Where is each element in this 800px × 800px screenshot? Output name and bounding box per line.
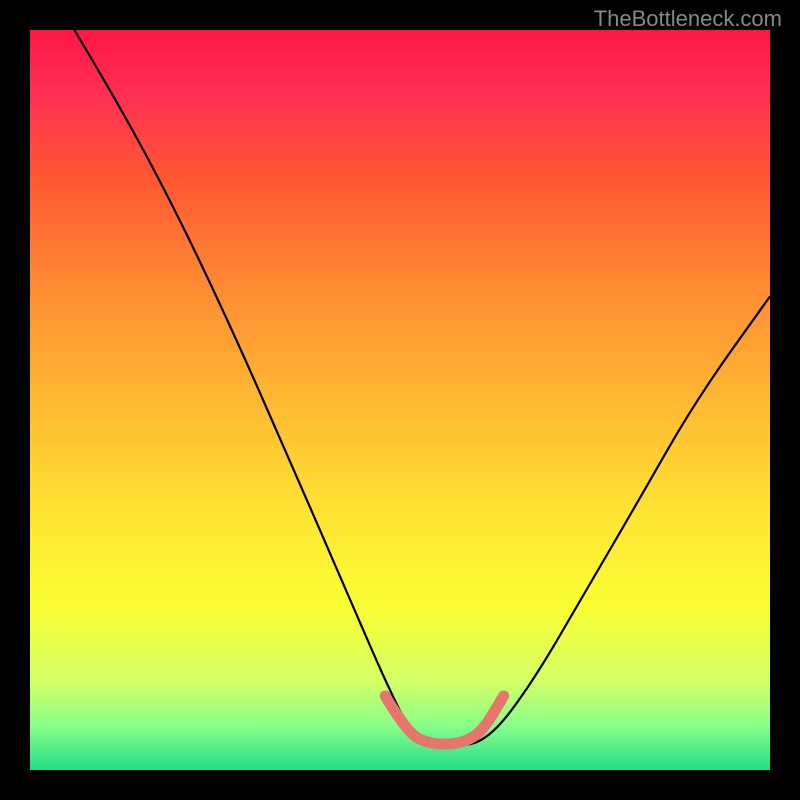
chart-plot-area <box>30 30 770 770</box>
watermark-text: TheBottleneck.com <box>594 6 782 32</box>
bottleneck-curve-line <box>74 30 770 746</box>
chart-svg <box>30 30 770 770</box>
